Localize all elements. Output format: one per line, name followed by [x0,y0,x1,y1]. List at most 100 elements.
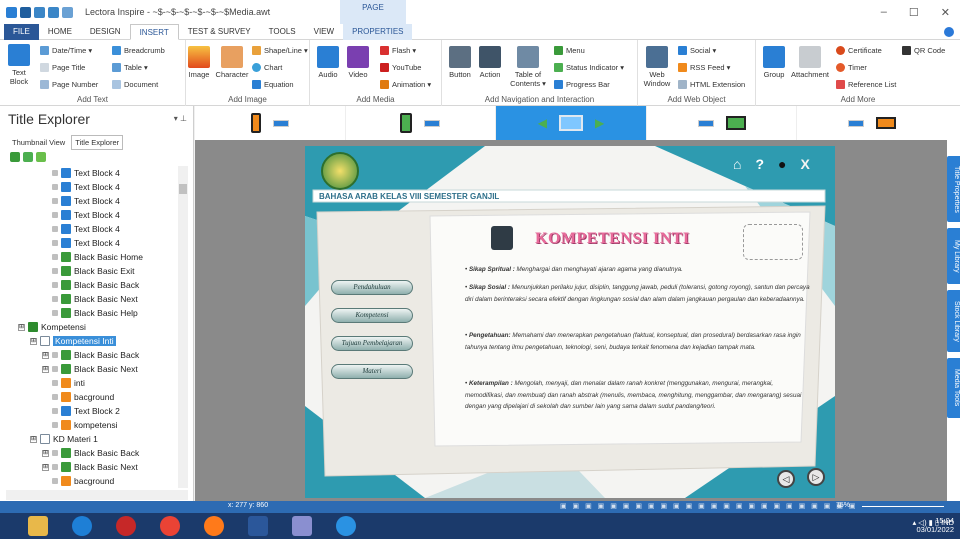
tab-tools[interactable]: TOOLS [260,24,305,40]
next-button[interactable]: ▷ [807,468,825,486]
tree-item[interactable]: ⊞ Black Basic Back [42,446,139,460]
attachment-button[interactable]: Attachment [790,46,830,79]
media-tools-tab[interactable]: Media Tools [947,358,960,418]
rss-feed-button[interactable]: RSS Feed ▾ [678,63,730,72]
tree-item[interactable]: Text Block 4 [42,222,120,236]
shape-line-button[interactable]: Shape/Line ▾ [252,46,308,55]
document-button[interactable]: Document [112,80,158,89]
scroll-thumb[interactable] [179,184,187,194]
text-block-button[interactable]: Text Block [4,44,34,86]
tab-file[interactable]: FILE [4,23,39,40]
html-extension-button[interactable]: HTML Extension [678,80,745,89]
help-icon[interactable] [944,27,954,37]
tree-item[interactable]: bacground [42,390,114,404]
tree-item[interactable]: ⊞ KD Materi 1 [30,432,98,446]
device-desktop[interactable]: ◀ ▶ [496,106,647,140]
character-button[interactable]: Character [214,46,250,79]
status-indicator-button[interactable]: Status Indicator ▾ [554,63,624,72]
page-title-button[interactable]: Page Title [40,63,85,72]
device-phone-landscape[interactable] [797,106,947,140]
tree-item[interactable]: Text Block 4 [42,180,120,194]
expand-toggle-icon[interactable]: ⊞ [30,337,37,345]
expand-toggle-icon[interactable]: ⊞ [30,435,37,443]
save-icon[interactable] [20,6,31,18]
tab-properties[interactable]: PROPERTIES [343,23,413,40]
tree-item[interactable]: Black Basic Exit [42,264,134,278]
tab-test-survey[interactable]: TEST & SURVEY [179,24,260,40]
file-explorer-icon[interactable] [28,516,48,536]
nav-pendahuluan-button[interactable]: Pendahuluan [331,280,413,295]
undo-icon[interactable] [34,6,45,18]
title-properties-tab[interactable]: Title Properties [947,156,960,222]
social-button[interactable]: Social ▾ [678,46,716,55]
lectora-taskbar-icon[interactable] [336,516,356,536]
flash-button[interactable]: Flash ▾ [380,46,416,55]
tree-item[interactable]: Text Block 4 [42,208,120,222]
tab-insert[interactable]: INSERT [129,23,179,40]
help-icon[interactable]: ? [755,156,764,172]
expand-toggle-icon[interactable]: ⊞ [42,463,49,471]
action-button[interactable]: Action [476,46,504,79]
maximize-button[interactable]: ☐ [909,6,919,19]
certificate-button[interactable]: Certificate [836,46,882,55]
tree-item[interactable]: kompetensi [42,418,117,432]
horizontal-scrollbar[interactable] [6,490,188,500]
tree-item[interactable]: inti [42,376,85,390]
paint-icon[interactable] [292,516,312,536]
expand-toggle-icon[interactable]: ⊞ [42,365,49,373]
expand-toggle-icon[interactable]: ⊞ [18,323,25,331]
tree-item[interactable]: Text Block 4 [42,236,120,250]
tree-item[interactable]: ⊞ Kompetensi [18,320,86,334]
youtube-button[interactable]: YouTube [380,63,421,72]
video-button[interactable]: Video [344,46,372,79]
chrome-icon[interactable] [160,516,180,536]
menu-button[interactable]: Menu [554,46,585,55]
zoom-slider[interactable] [862,506,944,507]
user-icon[interactable]: ● [778,156,786,172]
status-toolbar[interactable]: ▣ ▣ ▣ ▣ ▣ ▣ ▣ ▣ ▣ ▣ ▣ ▣ ▣ ▣ ▣ ▣ ▣ ▣ ▣ ▣ … [560,502,857,510]
clock[interactable]: 15:04 03/01/2022 [910,516,954,534]
reference-list-button[interactable]: Reference List [836,80,896,89]
nav-materi-button[interactable]: Materi [331,364,413,379]
equation-button[interactable]: Equation [252,80,294,89]
device-phone-portrait[interactable] [195,106,346,140]
table-of-contents-button[interactable]: Table of Contents ▾ [506,46,550,88]
tree-item[interactable]: Text Block 2 [42,404,120,418]
expand-toggle-icon[interactable]: ⊞ [42,449,49,457]
table-button[interactable]: Table ▾ [112,63,148,72]
tree-item[interactable]: Text Block 4 [42,166,120,180]
tree-scrollbar[interactable] [178,166,188,488]
pin-icon[interactable]: ▾ ⊥ [174,114,187,123]
collapse-all-icon[interactable] [23,152,33,162]
tree-item[interactable]: Black Basic Next [42,292,138,306]
qr-code-button[interactable]: QR Code [902,46,945,55]
preview-icon[interactable] [62,6,73,18]
tab-title-explorer[interactable]: Title Explorer [71,135,124,150]
tree-item[interactable]: Black Basic Back [42,278,139,292]
image-button[interactable]: Image [186,46,212,79]
timer-button[interactable]: Timer [836,63,867,72]
exit-icon[interactable]: X [801,156,810,172]
device-tablet-landscape[interactable] [647,106,798,140]
tree-item[interactable]: ⊞ Black Basic Back [42,348,139,362]
minimize-button[interactable]: – [881,6,887,19]
page-number-button[interactable]: Page Number [40,80,98,89]
tab-design[interactable]: DESIGN [81,24,130,40]
tab-thumbnail-view[interactable]: Thumbnail View [8,135,69,150]
chart-button[interactable]: Chart [252,63,282,72]
tree-item[interactable]: ⊞ Black Basic Next [42,362,138,376]
redo-icon[interactable] [48,6,59,18]
button-button[interactable]: Button [446,46,474,79]
device-phone-green[interactable] [346,106,497,140]
expand-toggle-icon[interactable]: ⊞ [42,351,49,359]
stock-library-tab[interactable]: Stock Library [947,290,960,352]
tree-item[interactable]: ⊞ Black Basic Next [42,460,138,474]
date-time-button[interactable]: Date/Time ▾ [40,46,92,55]
my-library-tab[interactable]: My Library [947,228,960,284]
progress-bar-button[interactable]: Progress Bar [554,80,610,89]
audio-button[interactable]: Audio [314,46,342,79]
close-button[interactable]: ✕ [941,6,950,19]
tree-item[interactable]: Black Basic Help [42,306,138,320]
tree-item[interactable]: Text Block 4 [42,194,120,208]
tab-home[interactable]: HOME [39,24,81,40]
